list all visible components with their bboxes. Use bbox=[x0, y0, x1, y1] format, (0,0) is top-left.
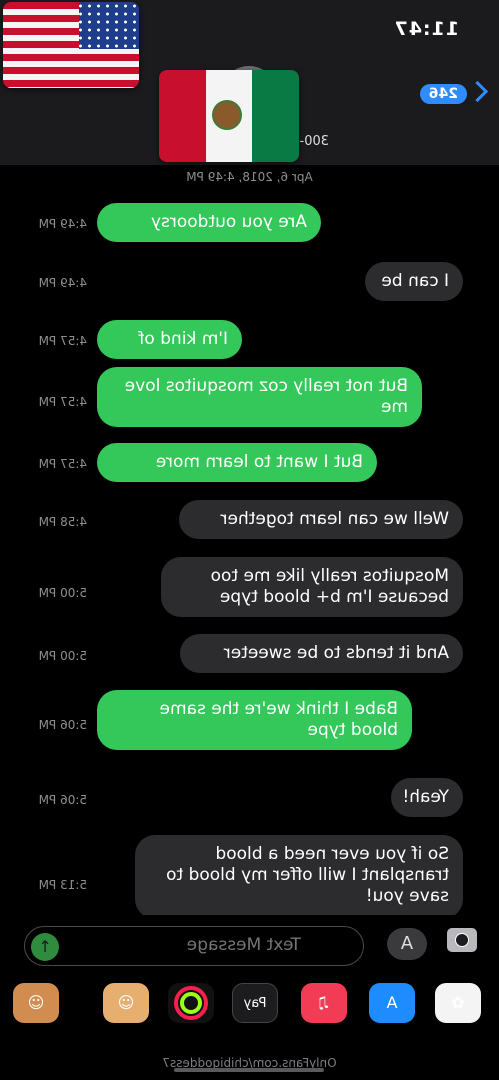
us-flag-emoji bbox=[3, 2, 139, 88]
message-timestamp: 4:49 PM bbox=[38, 217, 87, 231]
memoji-icon[interactable]: ☺ bbox=[103, 983, 149, 1023]
apple-pay-icon[interactable]: Pay bbox=[232, 983, 278, 1023]
activity-icon[interactable] bbox=[168, 983, 214, 1023]
message-bubble[interactable]: But not really coz mosquitos love me bbox=[97, 367, 422, 427]
music-icon[interactable]: ♫ bbox=[301, 983, 347, 1023]
message-timestamp: 4:57 PM bbox=[38, 395, 87, 409]
mirrored-screenshot: 11:47 246 300- Apr 6, 2018, 4:49 PM Are … bbox=[0, 0, 499, 1080]
message-timestamp: 5:00 PM bbox=[38, 586, 87, 600]
contact-name[interactable]: 300- bbox=[299, 134, 329, 149]
status-time: 11:47 bbox=[393, 18, 459, 40]
message-timestamp: 4:57 PM bbox=[38, 334, 87, 348]
date-separator: Apr 6, 2018, 4:49 PM bbox=[186, 170, 313, 184]
message-timestamp: 5:06 PM bbox=[38, 793, 87, 807]
app-store-icon[interactable]: A bbox=[387, 928, 427, 960]
message-bubble[interactable]: So if you ever need a blood transplant I… bbox=[135, 835, 463, 919]
apple-pay-label: Pay bbox=[243, 996, 267, 1011]
app-store-icon[interactable]: A bbox=[369, 983, 415, 1023]
camera-icon[interactable] bbox=[447, 928, 477, 952]
message-bubble[interactable]: Mosquitos really like me too because I'm… bbox=[161, 557, 463, 617]
message-bubble[interactable]: Yeah! bbox=[391, 778, 463, 817]
message-timestamp: 4:57 PM bbox=[38, 457, 87, 471]
message-timestamp: 4:49 PM bbox=[38, 276, 87, 290]
message-bubble[interactable]: Well we can learn together bbox=[179, 500, 463, 539]
message-bubble[interactable]: Babe I think we're the same blood type bbox=[97, 690, 412, 750]
message-input-field[interactable] bbox=[99, 934, 303, 956]
mexico-flag-emoji bbox=[159, 70, 299, 162]
message-bubble[interactable]: But I want to learn more bbox=[97, 443, 377, 482]
message-bubble[interactable]: I'm kind of bbox=[97, 320, 242, 359]
message-timestamp: 4:58 PM bbox=[38, 515, 87, 529]
memoji-icon[interactable]: ☺ bbox=[13, 983, 59, 1023]
message-input[interactable]: ↑ bbox=[24, 926, 364, 966]
photos-icon[interactable]: ✿ bbox=[435, 983, 481, 1023]
unread-count-badge[interactable]: 246 bbox=[419, 84, 467, 104]
back-chevron-icon[interactable] bbox=[466, 80, 489, 103]
message-timestamp: 5:00 PM bbox=[38, 649, 87, 663]
message-timestamp: 5:06 PM bbox=[38, 718, 87, 732]
home-indicator[interactable] bbox=[174, 1068, 324, 1072]
conversation-header: 11:47 246 300- bbox=[0, 0, 499, 165]
message-timestamp: 5:13 PM bbox=[38, 878, 87, 892]
send-arrow-icon[interactable]: ↑ bbox=[31, 933, 59, 961]
message-bubble[interactable]: I can be bbox=[365, 262, 463, 301]
message-bubble[interactable]: Are you outdoorsy bbox=[97, 203, 321, 242]
message-bubble[interactable]: And it tends to be sweeter bbox=[180, 634, 463, 673]
